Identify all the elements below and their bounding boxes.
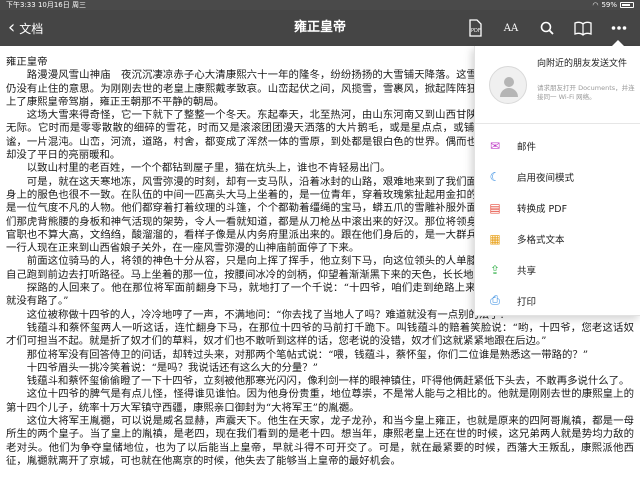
menu-item-share[interactable]: ⇪ 共享 <box>475 254 640 285</box>
chevron-left-icon: ‹ <box>8 17 16 38</box>
font-size-icon[interactable]: AA <box>500 17 522 39</box>
status-time-date: 下午3:33 10月16日 周三 <box>6 1 86 9</box>
moon-icon: ☾ <box>489 169 501 184</box>
battery-icon <box>620 2 634 8</box>
paragraph: 钱蕴斗和蔡怀玺偷偷瞪了一下十四爷，立刻被他那寒光闪闪，像利剑一样的眼神镇住，吓得… <box>26 375 630 388</box>
font-size-icon-text: AA <box>503 22 519 34</box>
convert-pdf-icon: ▤ <box>489 200 501 215</box>
airdrop-title: 向附近的朋友发送文件 <box>537 59 628 69</box>
menu-item-label: 共享 <box>517 265 537 277</box>
menu-item-rich-text[interactable]: ▦ 多格式文本 <box>475 223 640 254</box>
nav-bar: ‹ 文档 雍正皇帝 PDF AA <box>0 10 640 46</box>
menu-item-mail[interactable]: ✉ 邮件 <box>475 130 640 161</box>
pdf-icon-text: PDF <box>471 28 481 34</box>
share-icon: ⇪ <box>489 262 501 277</box>
menu-item-label: 多格式文本 <box>517 234 565 246</box>
wifi-icon: ◠ <box>592 1 599 9</box>
back-label: 文档 <box>19 21 44 36</box>
menu-item-convert-pdf[interactable]: ▤ 转换成 PDF <box>475 192 640 223</box>
book-icon[interactable] <box>572 17 594 39</box>
mail-icon: ✉ <box>489 138 501 153</box>
rich-text-icon: ▦ <box>489 231 501 246</box>
battery-percent: 59% <box>601 1 617 9</box>
menu-list: ✉ 邮件 ☾ 启用夜间模式 ▤ 转换成 PDF ▦ 多格式文本 ⇪ 共享 ⎙ 打印 <box>475 130 640 316</box>
search-icon[interactable] <box>536 17 558 39</box>
more-options-menu: 向附近的朋友发送文件 请求朋友打开 Documents，并连接同一 Wi-Fi … <box>474 40 640 316</box>
menu-item-label: 邮件 <box>517 141 537 153</box>
paragraph: 十四爷眉头一挑冷笑着说：“是吗？我说话还有这么大的分量？” <box>26 361 318 374</box>
more-icon[interactable] <box>608 17 630 39</box>
status-bar: 下午3:33 10月16日 周三 ◠ 59% <box>0 0 640 10</box>
status-right: ◠ 59% <box>592 0 634 10</box>
print-icon: ⎙ <box>490 293 500 307</box>
paragraph: 那位将军没有回答侍卫的问话，却转过头来，对那两个笔帖式说：“喂，钱蕴斗，蔡怀玺，… <box>26 348 589 361</box>
airdrop-avatar[interactable] <box>489 66 527 104</box>
person-icon <box>504 77 514 87</box>
menu-item-label: 启用夜间模式 <box>517 172 575 184</box>
paragraph: 这位大将军王胤禵，可以说是威名显赫，声震天下。他生在天家，龙子龙孙，和当今皇上雍… <box>6 415 634 467</box>
menu-item-moon[interactable]: ☾ 启用夜间模式 <box>475 161 640 192</box>
person-body-icon <box>500 88 518 97</box>
menu-item-label: 打印 <box>517 296 537 308</box>
airdrop-section[interactable]: 向附近的朋友发送文件 请求朋友打开 Documents，并连接同一 Wi-Fi … <box>475 46 640 124</box>
paragraph: 这位十四爷的脾气是有点儿怪，怪得谁见谁怕。因为他身份贵重，地位尊崇，不是常人能与… <box>6 388 634 414</box>
menu-item-print[interactable]: ⎙ 打印 <box>475 285 640 316</box>
menu-item-label: 转换成 PDF <box>517 203 568 215</box>
paragraph: 钱蕴斗和蔡怀玺两人一听这话，连忙翻身下马，在那位十四爷的马前打千跪下。叫钱蕴斗的… <box>6 321 634 348</box>
nav-toolbar: PDF AA <box>464 17 630 39</box>
back-button[interactable]: ‹ 文档 <box>8 18 43 38</box>
airdrop-subtitle: 请求朋友打开 Documents，并连接同一 Wi-Fi 网络。 <box>537 84 635 101</box>
pdf-icon[interactable]: PDF <box>464 17 486 39</box>
